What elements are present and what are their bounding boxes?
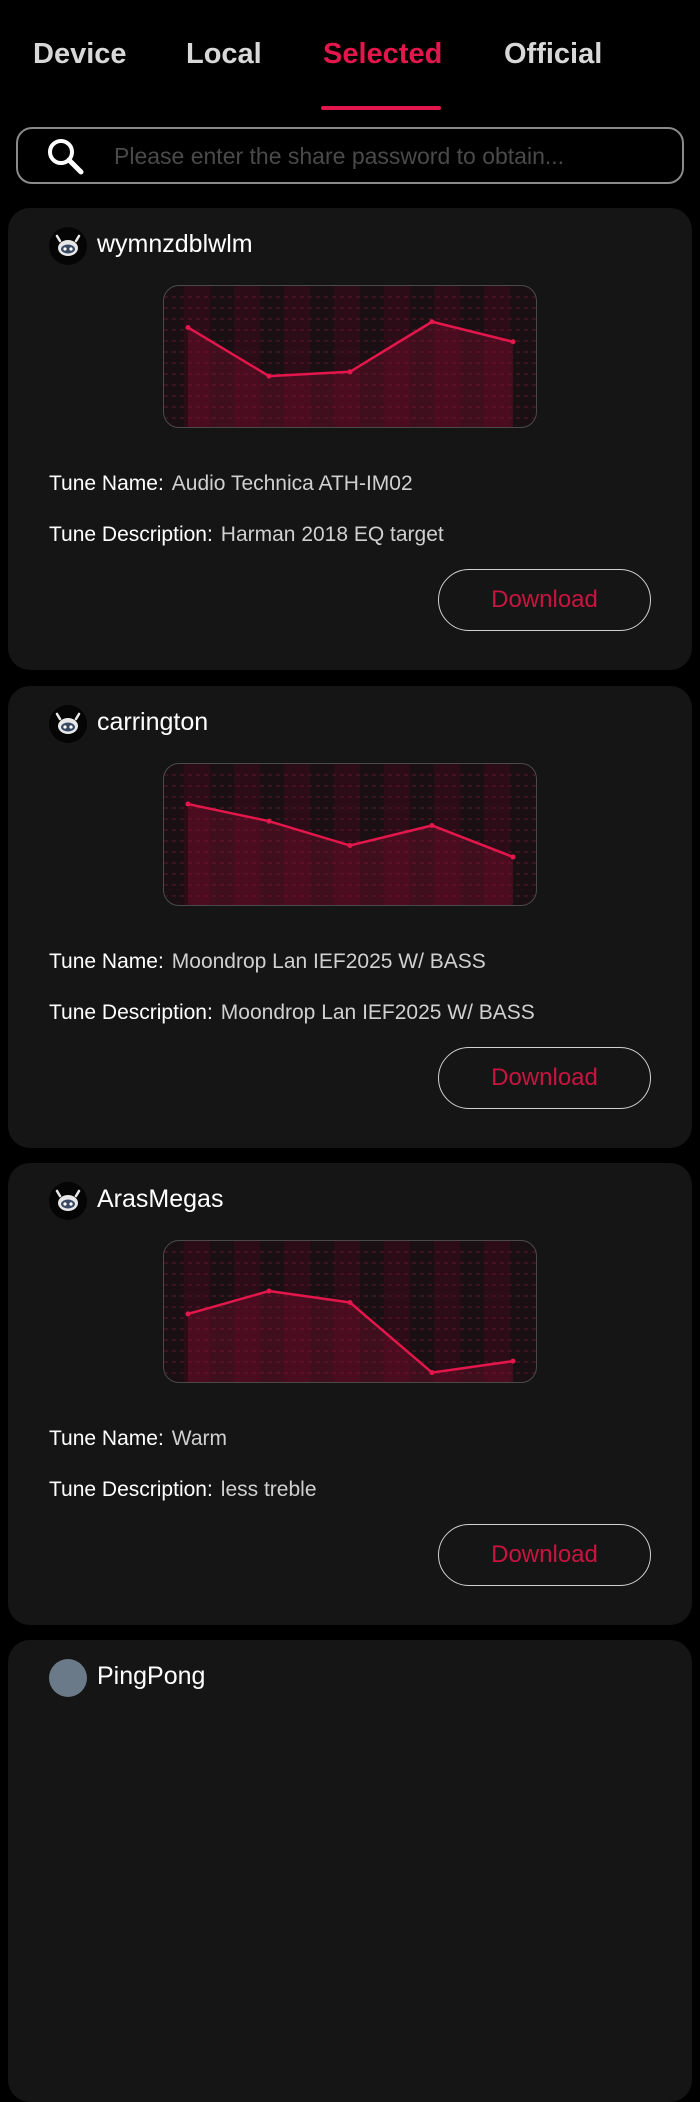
eq-point [429,822,435,828]
eq-point [185,324,191,330]
eq-point [185,801,191,807]
download-button[interactable]: Download [438,1524,651,1586]
tune-card: ArasMegas Tune Name: Warm Tune Descriptio… [8,1163,692,1625]
robot-mascot-icon [49,1182,87,1220]
tab-bar: Device Local Selected Official [0,0,700,112]
username: carrington [97,708,209,736]
photo-avatar-icon [49,1659,87,1697]
tune-description-value: Harman 2018 EQ target [220,523,444,546]
eq-point [266,818,272,824]
eq-point [347,843,353,849]
tune-name-row: Tune Name: Audio Technica ATH-IM02 [49,472,413,496]
eq-point [510,1358,516,1364]
username: PingPong [97,1662,206,1690]
tune-description-label: Tune Description: [49,1478,213,1501]
tab-official[interactable]: Official [504,38,602,71]
tune-name-label: Tune Name: [49,950,164,973]
username: ArasMegas [97,1185,224,1213]
tune-name-value: Warm [171,1427,227,1450]
tune-card: wymnzdblwlm Tune Name: Audio Technica ATH… [8,208,692,670]
tune-description-value: less treble [220,1478,317,1501]
eq-point [510,854,516,860]
tune-name-value: Audio Technica ATH-IM02 [171,472,413,495]
username: wymnzdblwlm [97,230,253,258]
robot-mascot-icon [49,227,87,265]
tune-description-row: Tune Description: less treble [49,1478,317,1502]
tune-description-value: Moondrop Lan IEF2025 W/ BASS [220,1001,535,1024]
tune-card: PingPong [8,1640,692,2102]
tab-selected[interactable]: Selected [323,38,442,71]
tune-name-label: Tune Name: [49,1427,164,1450]
search-bar [16,127,684,184]
tune-card: carrington Tune Name: Moondrop Lan IEF202… [8,686,692,1148]
eq-point [429,1370,435,1376]
eq-point [510,339,516,345]
tune-name-row: Tune Name: Warm [49,1427,227,1451]
eq-point [185,1311,191,1317]
search-icon[interactable] [46,137,86,177]
eq-point [347,1299,353,1305]
tune-description-row: Tune Description: Moondrop Lan IEF2025 W/… [49,1001,535,1025]
robot-mascot-icon [49,705,87,743]
tune-description-row: Tune Description: Harman 2018 EQ target [49,523,444,547]
download-button[interactable]: Download [438,569,651,631]
tune-name-value: Moondrop Lan IEF2025 W/ BASS [171,950,486,973]
eq-point [266,373,272,379]
tune-description-label: Tune Description: [49,523,213,546]
eq-curve-preview [163,763,537,906]
tab-device[interactable]: Device [33,38,127,71]
eq-point [266,1288,272,1294]
download-button[interactable]: Download [438,1047,651,1109]
tune-name-row: Tune Name: Moondrop Lan IEF2025 W/ BASS [49,950,486,974]
eq-point [347,369,353,375]
share-password-input[interactable] [114,139,664,173]
eq-point [429,319,435,325]
eq-curve-preview [163,1240,537,1383]
active-tab-indicator [321,106,441,110]
eq-curve-preview [163,285,537,428]
tab-local[interactable]: Local [186,38,262,71]
tune-description-label: Tune Description: [49,1001,213,1024]
tune-name-label: Tune Name: [49,472,164,495]
